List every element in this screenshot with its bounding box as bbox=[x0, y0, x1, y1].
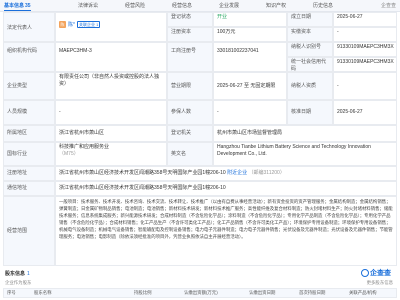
label-established: 成立日期 bbox=[287, 12, 333, 27]
scope-value: 一般项目：技术服务、技术开发、技术咨询、技术交流、技术转让、技术推广（以由有自费… bbox=[55, 196, 397, 266]
biz-reg-value: 330181002237041 bbox=[213, 42, 287, 72]
postcode: （邮编311200） bbox=[248, 170, 285, 176]
shareholders-section: 股东信息 1 企查查 企业作为股东 更多股东信息 序号 股东名称 持股比例 认缴出… bbox=[3, 268, 397, 300]
tab-label: 经营信息 bbox=[172, 3, 193, 9]
label-company-type: 企业类型 bbox=[3, 72, 55, 100]
label-taxpayer: 纳税人资质 bbox=[287, 72, 333, 100]
approval-value: 2025-06-27 bbox=[333, 100, 397, 125]
tab-label: 基本信息 bbox=[4, 3, 25, 9]
label-org-code: 组织机构代码 bbox=[3, 42, 55, 72]
region-value: 浙江省杭州市萧山区 bbox=[55, 125, 167, 142]
tab-label: 历史信息 bbox=[313, 3, 334, 9]
staff-value: - bbox=[55, 100, 167, 125]
tab-operations[interactable]: 经营信息 bbox=[172, 2, 192, 9]
label-address: 注册地址 bbox=[3, 166, 55, 181]
watermark-label: 企查查 bbox=[380, 3, 396, 9]
shareholder-note: 企业作为股东 bbox=[5, 280, 32, 285]
tab-label: 法律诉讼 bbox=[78, 3, 99, 9]
label-industry: 国标行业 bbox=[3, 142, 55, 166]
col-index: 序号 bbox=[7, 290, 16, 295]
qcc-logo: 企查查 bbox=[361, 268, 391, 278]
tax-id-value: 91330109MAEPC3HM3X bbox=[333, 42, 397, 57]
shareholder-table-header: 序号 股东名称 持股比例 认缴出资额(万元) 认缴出资日期 首次持股日期 关联产… bbox=[3, 288, 397, 298]
tab-development[interactable]: 企业发展 bbox=[219, 2, 239, 9]
label-credit-code: 统一社会信用代码 bbox=[287, 57, 333, 72]
org-code-value: MAEPC3HM-3 bbox=[55, 42, 167, 72]
tab-history[interactable]: 历史信息 bbox=[313, 2, 333, 9]
en-name-value: Hangzhou Tianbe Lithium Battery Science … bbox=[213, 142, 397, 166]
legal-rep-avatar: 陈 bbox=[59, 21, 66, 29]
label-scope: 经营范围 bbox=[3, 196, 55, 266]
label-biz-reg: 工商注册号 bbox=[167, 42, 213, 72]
label-term: 营业期限 bbox=[167, 72, 213, 100]
address2-value: 浙江省杭州市萧山区经济技术开发区闻潮路358号天明国际产业园1幢206-10 bbox=[55, 181, 397, 196]
reg-status-value: 开业 bbox=[213, 12, 287, 27]
label-region: 所属地区 bbox=[3, 125, 55, 142]
legal-rep-cell: 陈陈* 关联企业 1 bbox=[55, 12, 167, 42]
qcc-logo-icon bbox=[361, 269, 369, 278]
company-tab-bar: 基本信息35 法律诉讼 经营风险 经营信息 企业发展 知识产权 历史信息 企查查 bbox=[0, 0, 400, 12]
section-count: 1 bbox=[27, 271, 30, 277]
label-address2: 通信地址 bbox=[3, 181, 55, 196]
label-insured: 参保人数 bbox=[167, 100, 213, 125]
tab-label: 企业发展 bbox=[219, 3, 240, 9]
col-related: 关联产品/机构 bbox=[349, 290, 377, 295]
toolbar-right: 企查查 bbox=[375, 2, 396, 9]
paid-capital-value: - bbox=[333, 27, 397, 42]
col-first-date: 首次持股日期 bbox=[299, 290, 326, 295]
tab-basic-info[interactable]: 基本信息35 bbox=[4, 2, 31, 11]
industry-cell: 科技推广和应用服务业 （M75） bbox=[55, 142, 167, 166]
col-subscribed: 认缴出资额(万元) bbox=[184, 290, 218, 295]
label-tax-id: 纳税人识别号 bbox=[287, 42, 333, 57]
insured-value: - bbox=[213, 100, 287, 125]
col-name: 股东名称 bbox=[34, 290, 52, 295]
credit-code-value: 91330109MAEPC3HM3X bbox=[333, 57, 397, 72]
label-approval: 核准日期 bbox=[287, 100, 333, 125]
legal-rep-name-link[interactable]: 陈* bbox=[68, 22, 75, 28]
related-companies-tag[interactable]: 关联企业 1 bbox=[76, 21, 101, 28]
tab-badge: 35 bbox=[25, 3, 31, 9]
tab-legal[interactable]: 法律诉讼 bbox=[78, 2, 98, 9]
reg-capital-value: 100万元 bbox=[213, 27, 287, 42]
label-reg-capital: 注册资本 bbox=[167, 27, 213, 42]
established-value: 2025-06-27 bbox=[333, 12, 397, 27]
address-cell: 浙江省杭州市萧山区经济技术开发区闻潮路358号天明国际产业园1幢206-10 附… bbox=[55, 166, 397, 181]
label-authority: 登记机关 bbox=[167, 125, 213, 142]
nearby-companies-link[interactable]: 附近企业 bbox=[227, 170, 247, 176]
qcc-logo-text: 企查查 bbox=[370, 270, 391, 277]
label-staff: 人员规模 bbox=[3, 100, 55, 125]
section-title-text: 股东信息 bbox=[5, 271, 26, 277]
taxpayer-value: - bbox=[333, 72, 397, 100]
label-paid-capital: 实缴资本 bbox=[287, 27, 333, 42]
term-value: 2025-06-27 至 无固定期限 bbox=[213, 72, 287, 100]
col-ratio: 持股比例 bbox=[134, 290, 152, 295]
section-title: 股东信息 1 bbox=[5, 270, 30, 277]
label-reg-status: 登记状态 bbox=[167, 12, 213, 27]
more-shareholders-link[interactable]: 更多股东信息 bbox=[367, 280, 393, 286]
tab-ip[interactable]: 知识产权 bbox=[266, 2, 286, 9]
label-en-name: 英文名 bbox=[167, 142, 213, 166]
industry-code: （M75） bbox=[59, 151, 79, 157]
authority-value: 杭州市萧山区市场监督管理局 bbox=[213, 125, 397, 142]
tab-label: 知识产权 bbox=[266, 3, 287, 9]
industry-value: 科技推广和应用服务业 bbox=[59, 144, 110, 150]
tab-label: 经营风险 bbox=[125, 3, 146, 9]
col-subscribed-date: 认缴出资日期 bbox=[249, 290, 276, 295]
tab-risk[interactable]: 经营风险 bbox=[125, 2, 145, 9]
address-value: 浙江省杭州市萧山区经济技术开发区闻潮路358号天明国际产业园1幢206-10 bbox=[59, 170, 226, 176]
label-legal-rep: 法定代表人 bbox=[3, 12, 55, 42]
company-type-value: 有限责任公司（非自然人投资或控股的法人独资） bbox=[55, 72, 167, 100]
